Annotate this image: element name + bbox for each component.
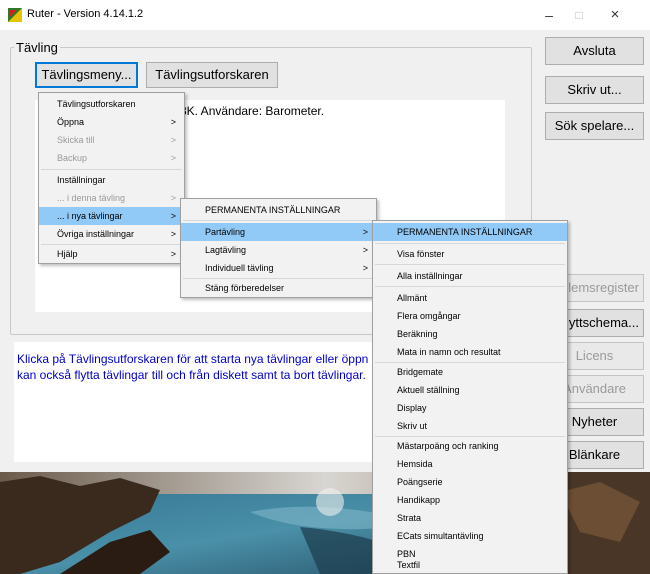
- menu-item-master-points-ranking[interactable]: Mästarpoäng och ranking: [373, 437, 567, 455]
- menu-item-individual-competition[interactable]: Individuell tävling >: [181, 259, 376, 277]
- info-text-line-2: kan också flytta tävlingar till och från…: [17, 368, 366, 382]
- menu-item-label: Hjälp: [57, 249, 78, 259]
- maximize-button[interactable]: □: [564, 4, 594, 26]
- close-button[interactable]: ×: [600, 4, 630, 26]
- exit-button[interactable]: Avsluta: [545, 37, 644, 65]
- menu-item-team-competition[interactable]: Lagtävling >: [181, 241, 376, 259]
- menu-item-label: Backup: [57, 153, 88, 163]
- menu-separator: [183, 220, 374, 221]
- menu-item-pairs-competition[interactable]: Partävling >: [181, 223, 376, 241]
- menu-item-label: Allmänt: [397, 293, 428, 303]
- menu-item-this-competition[interactable]: ... i denna tävling >: [39, 189, 184, 207]
- submenu-arrow-icon: >: [170, 117, 176, 127]
- menu-item-points-series[interactable]: Poängserie: [373, 473, 567, 491]
- menu-item-label: Textfil: [397, 560, 421, 570]
- submenu-arrow-icon: >: [170, 193, 176, 203]
- menu-item-label: Mata in namn och resultat: [397, 347, 501, 357]
- menu-item-label: Flera omgångar: [397, 311, 461, 321]
- menu-item-label: Individuell tävling: [205, 263, 274, 273]
- menu-item-general[interactable]: Allmänt: [373, 289, 567, 307]
- menu-item-label: Övriga inställningar: [57, 229, 135, 239]
- menu-item-label: Lagtävling: [205, 245, 247, 255]
- minimize-button[interactable]: –: [534, 4, 564, 26]
- menu-item-backup[interactable]: Backup >: [39, 149, 184, 167]
- menu-item-label: Display: [397, 403, 427, 413]
- pairs-competition-submenu: PERMANENTA INSTÄLLNINGAR Visa fönster Al…: [372, 220, 568, 574]
- menu-item-open[interactable]: Öppna >: [39, 113, 184, 131]
- menu-item-label: Inställningar: [57, 175, 106, 185]
- menu-separator: [375, 286, 565, 287]
- user-status-text: 3K. Användare: Barometer.: [180, 104, 325, 118]
- group-title: Tävling: [14, 40, 60, 55]
- menu-item-other-settings[interactable]: Övriga inställningar >: [39, 225, 184, 243]
- title-bar: Ruter - Version 4.14.1.2 – □ ×: [0, 0, 650, 30]
- menu-item-permanent-settings[interactable]: PERMANENTA INSTÄLLNINGAR: [181, 201, 376, 219]
- menu-item-label: Visa fönster: [397, 249, 445, 259]
- menu-item-display[interactable]: Display: [373, 399, 567, 417]
- submenu-arrow-icon: >: [170, 229, 176, 239]
- menu-item-label: Poängserie: [397, 477, 443, 487]
- submenu-arrow-icon: >: [170, 211, 176, 221]
- menu-item-close-preparations[interactable]: Stäng förberedelser: [181, 279, 376, 297]
- menu-item-print[interactable]: Skriv ut: [373, 417, 567, 435]
- submenu-arrow-icon: >: [170, 135, 176, 145]
- submenu-arrow-icon: >: [362, 263, 368, 273]
- menu-item-competition-explorer[interactable]: Tävlingsutforskaren: [39, 95, 184, 113]
- menu-item-label: ... i nya tävlingar: [57, 211, 123, 221]
- submenu-arrow-icon: >: [362, 245, 368, 255]
- menu-item-label: PERMANENTA INSTÄLLNINGAR: [205, 205, 341, 215]
- menu-item-help[interactable]: Hjälp >: [39, 245, 184, 263]
- menu-item-multiple-rounds[interactable]: Flera omgångar: [373, 307, 567, 325]
- menu-item-label: Skicka till: [57, 135, 95, 145]
- menu-item-label: Hemsida: [397, 459, 433, 469]
- menu-item-label: PERMANENTA INSTÄLLNINGAR: [397, 227, 533, 237]
- menu-item-label: ECats simultantävling: [397, 531, 484, 541]
- menu-item-label: Alla inställningar: [397, 271, 463, 281]
- menu-item-ecats-simultaneous[interactable]: ECats simultantävling: [373, 527, 567, 545]
- menu-item-current-standings[interactable]: Aktuell ställning: [373, 381, 567, 399]
- menu-item-label: Strata: [397, 513, 422, 523]
- menu-separator: [375, 264, 565, 265]
- menu-item-label: ... i denna tävling: [57, 193, 126, 203]
- menu-item-show-window[interactable]: Visa fönster: [373, 245, 567, 263]
- menu-item-bridgemate[interactable]: Bridgemate: [373, 363, 567, 381]
- submenu-arrow-icon: >: [170, 249, 176, 259]
- menu-item-permanent-settings[interactable]: PERMANENTA INSTÄLLNINGAR: [373, 223, 567, 241]
- menu-item-label: Beräkning: [397, 329, 438, 339]
- menu-item-new-competitions[interactable]: ... i nya tävlingar >: [39, 207, 184, 225]
- menu-item-settings-header: Inställningar: [39, 171, 184, 189]
- menu-item-label: Öppna: [57, 117, 85, 127]
- menu-item-label: Partävling: [205, 227, 246, 237]
- menu-separator: [375, 243, 565, 244]
- menu-item-label: Bridgemate: [397, 367, 444, 377]
- menu-item-label: Mästarpoäng och ranking: [397, 441, 499, 451]
- menu-item-all-settings[interactable]: Alla inställningar: [373, 267, 567, 285]
- print-button[interactable]: Skriv ut...: [545, 76, 644, 104]
- competition-explorer-button[interactable]: Tävlingsutforskaren: [146, 62, 278, 88]
- submenu-arrow-icon: >: [170, 153, 176, 163]
- app-icon: [8, 8, 22, 22]
- search-player-button[interactable]: Sök spelare...: [545, 112, 644, 140]
- menu-item-enter-names-results[interactable]: Mata in namn och resultat: [373, 343, 567, 361]
- menu-item-strata[interactable]: Strata: [373, 509, 567, 527]
- menu-item-homepage[interactable]: Hemsida: [373, 455, 567, 473]
- menu-item-text-file[interactable]: Textfil: [373, 557, 567, 573]
- competition-menu: Tävlingsutforskaren Öppna > Skicka till > …: [38, 92, 185, 264]
- menu-item-label: Aktuell ställning: [397, 385, 460, 395]
- menu-item-handicap[interactable]: Handikapp: [373, 491, 567, 509]
- competition-menu-button[interactable]: Tävlingsmeny...: [35, 62, 138, 88]
- menu-separator: [41, 169, 182, 170]
- menu-item-label: Stäng förberedelser: [205, 283, 285, 293]
- window-title: Ruter - Version 4.14.1.2: [27, 8, 144, 20]
- menu-item-send-to[interactable]: Skicka till >: [39, 131, 184, 149]
- menu-item-calculation[interactable]: Beräkning: [373, 325, 567, 343]
- submenu-arrow-icon: >: [362, 227, 368, 237]
- menu-item-label: Tävlingsutforskaren: [57, 99, 136, 109]
- info-text-line-1: Klicka på Tävlingsutforskaren för att st…: [17, 352, 369, 366]
- new-competitions-submenu: PERMANENTA INSTÄLLNINGAR Partävling > Lag…: [180, 198, 377, 298]
- menu-item-label: Handikapp: [397, 495, 441, 505]
- menu-item-label: Skriv ut: [397, 421, 428, 431]
